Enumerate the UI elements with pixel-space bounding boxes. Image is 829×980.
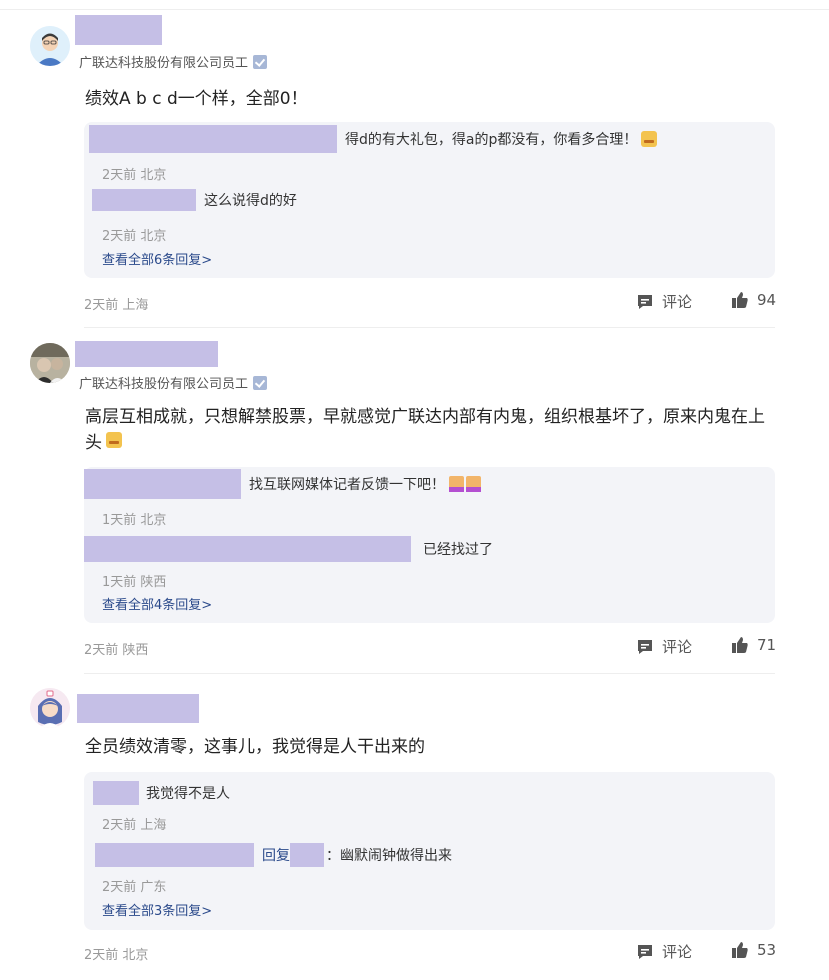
comment-2: 广联达科技股份有限公司员工 高层互相成就，只想解禁股票，早就感觉广联达内部有内鬼… xyxy=(30,341,776,673)
comment-button[interactable]: 评论 xyxy=(636,941,692,962)
reply-item[interactable]: 这么说得d的好 xyxy=(92,189,297,211)
reply-text: 这么说得d的好 xyxy=(204,193,297,209)
redacted-reply-name[interactable] xyxy=(95,843,254,867)
like-button[interactable]: 71 xyxy=(731,636,776,654)
comment-icon xyxy=(638,944,652,959)
comment-divider xyxy=(84,327,775,328)
user-avatar-icon xyxy=(30,688,70,728)
reply-meta: 2天前 北京 xyxy=(102,168,167,183)
redacted-username[interactable] xyxy=(75,15,162,45)
comment-button[interactable]: 评论 xyxy=(636,291,692,312)
comment-3: 全员绩效清零，这事儿，我觉得是人干出来的 我觉得不是人 2天前 上海 回复 ：幽… xyxy=(30,688,776,978)
reply-item[interactable]: 回复 ：幽默闹钟做得出来 xyxy=(95,843,452,867)
comment-icon xyxy=(638,294,652,309)
reply-box: 得d的有大礼包，得a的p都没有，你看多合理！ 2天前 北京 这么说得d的好 2天… xyxy=(84,122,775,278)
thumbs-up-icon xyxy=(732,637,748,653)
comment-label: 评论 xyxy=(662,293,693,311)
reply-item[interactable]: 已经找过了 xyxy=(84,536,493,562)
reply-meta: 2天前 广东 xyxy=(102,880,167,895)
thumbs-up-icon xyxy=(732,292,748,308)
reply-item[interactable]: 找互联网媒体记者反馈一下吧！ xyxy=(84,469,481,499)
comment-time: 2天前 北京 xyxy=(84,948,149,963)
reply-box: 找互联网媒体记者反馈一下吧！ 1天前 北京 已经找过了 1天前 陕西 查看全部4… xyxy=(84,467,775,623)
avatar[interactable] xyxy=(30,688,70,728)
view-all-replies-link[interactable]: 查看全部3条回复> xyxy=(102,900,212,919)
comment-icon xyxy=(638,639,652,654)
reply-text: 找互联网媒体记者反馈一下吧！ xyxy=(249,477,445,493)
comment-text: 绩效A b c d一个样，全部0！ xyxy=(85,89,308,109)
comment-text: 高层互相成就，只想解禁股票，早就感觉广联达内部有内鬼，组织根基坏了，原来内鬼在上… xyxy=(85,404,775,456)
redacted-reply-name[interactable] xyxy=(89,125,337,153)
reply-to-label[interactable]: 回复 xyxy=(262,845,290,865)
comment-time: 2天前 上海 xyxy=(84,298,149,313)
top-divider xyxy=(0,9,829,10)
redacted-reply-name[interactable] xyxy=(84,469,241,499)
sticker-icon xyxy=(449,476,481,492)
reply-meta: 2天前 上海 xyxy=(102,818,167,833)
comment-label: 评论 xyxy=(662,943,693,961)
comment-meta: 2天前 北京 评论 53 xyxy=(84,941,776,965)
org-label: 广联达科技股份有限公司员工 xyxy=(79,377,249,392)
user-org: 广联达科技股份有限公司员工 xyxy=(79,373,268,392)
comment-button[interactable]: 评论 xyxy=(636,636,692,657)
reply-item[interactable]: 我觉得不是人 xyxy=(93,781,230,805)
comment-divider xyxy=(84,673,775,674)
reply-meta: 1天前 北京 xyxy=(102,513,167,528)
thumbs-up-icon xyxy=(732,942,748,958)
emoji-icon xyxy=(641,131,658,147)
like-button[interactable]: 53 xyxy=(731,941,776,959)
redacted-reply-name[interactable] xyxy=(93,781,139,805)
reply-text: 我觉得不是人 xyxy=(146,786,230,802)
emoji-icon xyxy=(106,432,122,448)
redacted-reply-name[interactable] xyxy=(84,536,411,562)
user-org: 广联达科技股份有限公司员工 xyxy=(79,52,268,71)
reply-meta: 1天前 陕西 xyxy=(102,575,167,590)
redacted-username[interactable] xyxy=(75,341,218,367)
verified-icon xyxy=(253,54,268,69)
comment-text-content: 高层互相成就，只想解禁股票，早就感觉广联达内部有内鬼，组织根基坏了，原来内鬼在上… xyxy=(85,407,765,453)
comment-meta: 2天前 上海 评论 94 xyxy=(84,291,776,315)
redacted-reply-name[interactable] xyxy=(92,189,196,211)
user-avatar-icon xyxy=(30,343,70,383)
comment-text: 全员绩效清零，这事儿，我觉得是人干出来的 xyxy=(85,737,425,757)
reply-box: 我觉得不是人 2天前 上海 回复 ：幽默闹钟做得出来 2天前 广东 查看全部3条… xyxy=(84,772,775,930)
avatar[interactable] xyxy=(30,26,70,66)
view-all-replies-link[interactable]: 查看全部4条回复> xyxy=(102,594,212,613)
redacted-reply-target[interactable] xyxy=(290,843,324,867)
like-count: 94 xyxy=(757,291,777,309)
reply-meta: 2天前 北京 xyxy=(102,229,167,244)
reply-text: ：幽默闹钟做得出来 xyxy=(326,848,452,864)
user-avatar-icon xyxy=(30,26,70,66)
comment-time: 2天前 陕西 xyxy=(84,643,149,658)
org-label: 广联达科技股份有限公司员工 xyxy=(79,56,249,71)
comment-label: 评论 xyxy=(662,638,693,656)
like-count: 53 xyxy=(757,941,777,959)
reply-text: 已经找过了 xyxy=(423,542,493,558)
avatar[interactable] xyxy=(30,343,70,383)
view-all-replies-link[interactable]: 查看全部6条回复> xyxy=(102,249,212,268)
reply-text: 得d的有大礼包，得a的p都没有，你看多合理！ xyxy=(345,132,638,148)
reply-item[interactable]: 得d的有大礼包，得a的p都没有，你看多合理！ xyxy=(89,125,658,153)
redacted-username[interactable] xyxy=(77,694,199,723)
comment-meta: 2天前 陕西 评论 71 xyxy=(84,636,776,660)
like-button[interactable]: 94 xyxy=(731,291,776,309)
like-count: 71 xyxy=(757,636,777,654)
verified-icon xyxy=(253,375,268,390)
comment-1: 广联达科技股份有限公司员工 绩效A b c d一个样，全部0！ 得d的有大礼包，… xyxy=(30,15,776,320)
